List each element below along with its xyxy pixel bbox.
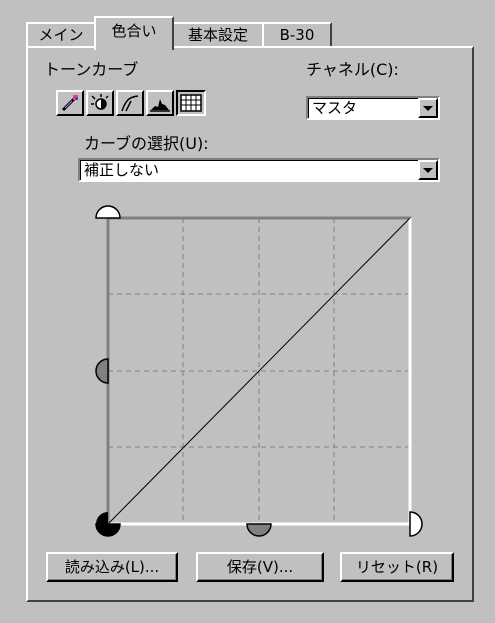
white-output-handle[interactable] — [95, 205, 121, 219]
channel-dropdown-button[interactable] — [418, 98, 438, 118]
gray-input-handle[interactable] — [246, 523, 272, 537]
chevron-down-icon — [423, 105, 433, 111]
brightness-tool-button[interactable] — [86, 90, 114, 116]
black-input-handle[interactable] — [95, 523, 121, 537]
gray-output-handle[interactable] — [95, 358, 109, 384]
tab-color[interactable]: 色合い — [94, 16, 174, 50]
channel-select[interactable]: マスタ — [306, 96, 440, 120]
curve-select-label: カーブの選択(U): — [84, 134, 209, 153]
tab-b30[interactable]: B-30 — [262, 22, 332, 46]
curve-dropdown-button[interactable] — [418, 160, 438, 180]
channel-select-value: マスタ — [312, 99, 358, 117]
black-output-handle[interactable] — [96, 512, 108, 524]
save-button[interactable]: 保存(V)... — [196, 552, 324, 582]
white-input-handle[interactable] — [409, 511, 423, 537]
eyedropper-icon — [61, 95, 78, 112]
grid-icon — [180, 94, 202, 112]
brightness-icon — [91, 94, 109, 110]
chevron-down-icon — [423, 167, 433, 173]
load-button[interactable]: 読み込み(L)... — [46, 552, 178, 582]
tone-curve-label: トーンカーブ — [44, 60, 139, 79]
eyedropper-tool-button[interactable] — [56, 90, 84, 116]
tone-curve-graph[interactable] — [90, 200, 440, 540]
histogram-icon — [150, 99, 170, 112]
curve-select-value: 補正しない — [84, 161, 160, 179]
curve-icon — [121, 95, 139, 112]
curve-select[interactable]: 補正しない — [78, 158, 440, 182]
channel-label: チャネル(C): — [306, 60, 399, 79]
tab-basic-settings[interactable]: 基本設定 — [172, 22, 264, 46]
tab-main[interactable]: メイン — [26, 22, 96, 46]
histogram-tool-button[interactable] — [146, 90, 174, 116]
grid-tool-button[interactable] — [176, 90, 206, 116]
curve-tool-button[interactable] — [116, 90, 144, 116]
reset-button[interactable]: リセット(R) — [340, 552, 454, 582]
